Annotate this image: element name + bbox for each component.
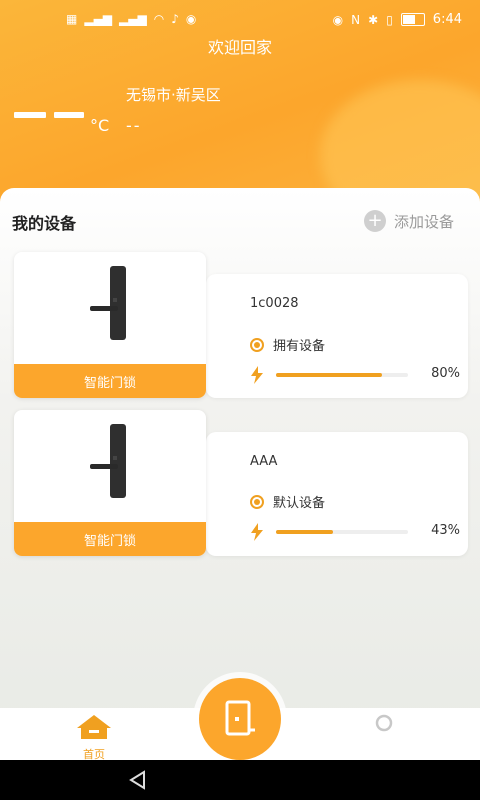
home-icon xyxy=(77,715,111,739)
add-device-label: 添加设备 xyxy=(393,212,454,231)
temperature-placeholder xyxy=(14,112,46,118)
my-devices-title: 我的设备 xyxy=(12,214,77,233)
status-time: 6:44 xyxy=(432,12,462,27)
system-nav-bar xyxy=(0,760,480,800)
weather-placeholder: -- xyxy=(126,116,142,135)
nav-home-tab[interactable]: 首页 xyxy=(72,714,116,762)
status-icons-right: ◉ N ✱ ▯ 6:44 xyxy=(333,12,462,27)
device-role: 默认设备 xyxy=(250,492,325,511)
door-lock-icon xyxy=(90,266,126,340)
status-icons-left: ▦ ▂▄▆ ▂▄▆ ◠ ♪ ◉ xyxy=(66,12,196,26)
battery-percent: 43% xyxy=(431,523,460,538)
battery-row: 80% xyxy=(250,366,460,384)
battery-percent: 80% xyxy=(431,366,460,381)
location-text: 无锡市·新吴区 xyxy=(126,86,221,104)
device-role: 拥有设备 xyxy=(250,335,325,354)
add-device-button[interactable]: + 添加设备 xyxy=(363,210,454,232)
battery-bar-fill xyxy=(276,530,333,534)
nfc-icon: N xyxy=(351,12,361,27)
signal-icon: ▂▄▆ xyxy=(84,12,113,26)
notification-icon: ♪ xyxy=(171,12,179,26)
nav-door-button[interactable] xyxy=(199,678,281,760)
eye-icon: ◉ xyxy=(332,12,344,27)
sim-icon: ▦ xyxy=(66,12,78,26)
welcome-title: 欢迎回家 xyxy=(207,38,272,57)
temperature-unit: °C xyxy=(90,116,110,135)
wifi-icon: ◠ xyxy=(153,12,165,26)
device-type-label: 智能门锁 xyxy=(14,364,206,398)
battery-icon xyxy=(400,13,425,26)
door-icon xyxy=(225,700,255,736)
device-card-image[interactable]: 智能门锁 xyxy=(14,410,206,556)
device-card-info[interactable]: AAA 默认设备 43% xyxy=(206,432,468,556)
device-name: 1c0028 xyxy=(250,296,299,311)
signal-icon: ▂▄▆ xyxy=(119,12,147,26)
radio-icon xyxy=(250,494,264,509)
bolt-icon xyxy=(251,366,263,384)
device-role-label: 拥有设备 xyxy=(273,339,326,354)
device-card-info[interactable]: 1c0028 拥有设备 80% xyxy=(206,274,468,398)
plus-icon: + xyxy=(363,210,386,232)
back-icon[interactable] xyxy=(128,770,148,790)
app-icon: ◉ xyxy=(185,12,197,26)
device-type-label: 智能门锁 xyxy=(14,522,206,556)
battery-bar xyxy=(276,373,408,377)
device-card-image[interactable]: 智能门锁 xyxy=(14,252,206,398)
vibrate-icon: ▯ xyxy=(386,12,393,27)
temperature-placeholder xyxy=(54,112,84,118)
header: ▦ ▂▄▆ ▂▄▆ ◠ ♪ ◉ ◉ N ✱ ▯ 6:44 欢迎回家 无锡市·新吴… xyxy=(0,0,480,215)
door-lock-icon xyxy=(90,424,126,498)
battery-bar xyxy=(276,530,408,534)
device-name: AAA xyxy=(250,454,278,469)
radio-icon xyxy=(250,337,264,352)
device-role-label: 默认设备 xyxy=(273,496,326,511)
battery-row: 43% xyxy=(250,523,460,541)
bolt-icon xyxy=(251,523,263,541)
battery-bar-fill xyxy=(276,373,382,377)
nav-profile-tab[interactable] xyxy=(372,714,396,742)
bluetooth-icon: ✱ xyxy=(368,12,379,27)
user-icon xyxy=(375,714,393,732)
